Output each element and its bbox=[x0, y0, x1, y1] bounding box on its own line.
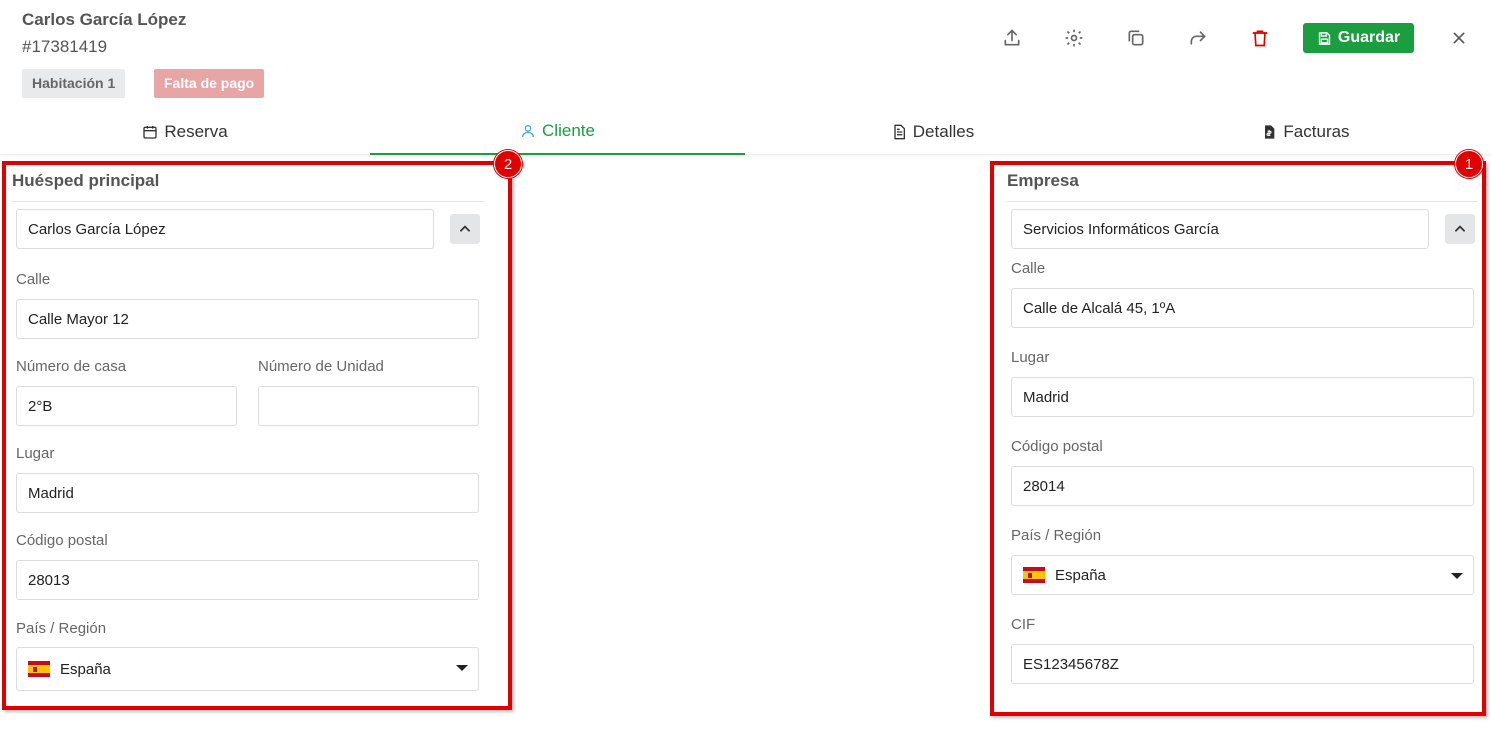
guest-section-title: Huésped principal bbox=[12, 171, 160, 190]
company-city-field[interactable]: Madrid bbox=[1011, 377, 1474, 417]
postal-label: Código postal bbox=[16, 532, 108, 549]
country-label: País / Región bbox=[16, 620, 107, 637]
divider bbox=[12, 201, 484, 202]
divider bbox=[1007, 201, 1478, 202]
save-button[interactable]: Guardar bbox=[1303, 23, 1414, 53]
room-badge: Habitación 1 bbox=[22, 69, 126, 98]
caret-down-icon bbox=[1451, 573, 1463, 579]
marker-2: 2 bbox=[494, 150, 522, 178]
share-icon[interactable] bbox=[1186, 26, 1210, 50]
guest-city-field[interactable]: Madrid bbox=[16, 473, 479, 513]
postal-label: Código postal bbox=[1011, 438, 1103, 455]
tab-label: Facturas bbox=[1283, 121, 1350, 141]
street-label: Calle bbox=[16, 271, 51, 288]
company-section-title: Empresa bbox=[1007, 171, 1079, 190]
tab-label: Detalles bbox=[912, 121, 975, 141]
guest-postal-field[interactable]: 28013 bbox=[16, 560, 479, 600]
country-value: España bbox=[1055, 566, 1106, 584]
company-name-field[interactable]: Servicios Informáticos García bbox=[1011, 209, 1429, 249]
company-cif-field[interactable]: ES12345678Z bbox=[1011, 644, 1474, 684]
tab-bar: Reserva Cliente Detalles Facturas bbox=[0, 108, 1491, 155]
cif-label: CIF bbox=[1011, 616, 1036, 633]
unit-number-field[interactable] bbox=[258, 386, 479, 426]
spain-flag-icon bbox=[1023, 567, 1045, 583]
tab-detalles[interactable]: Detalles bbox=[745, 108, 1120, 155]
gear-icon[interactable] bbox=[1062, 26, 1086, 50]
unit-number-label: Número de Unidad bbox=[258, 358, 384, 375]
user-icon bbox=[522, 124, 535, 137]
close-icon[interactable] bbox=[1448, 27, 1470, 49]
trash-icon[interactable] bbox=[1248, 26, 1272, 50]
chevron-up-icon[interactable] bbox=[450, 214, 480, 244]
guest-street-field[interactable]: Calle Mayor 12 bbox=[16, 299, 479, 339]
upload-icon[interactable] bbox=[1000, 26, 1024, 50]
tab-facturas[interactable]: Facturas bbox=[1120, 108, 1491, 155]
chevron-up-icon[interactable] bbox=[1445, 214, 1475, 244]
city-label: Lugar bbox=[1011, 349, 1050, 366]
spain-flag-icon bbox=[28, 661, 50, 677]
save-icon bbox=[1318, 31, 1331, 45]
tab-reserva[interactable]: Reserva bbox=[0, 108, 370, 155]
country-value: España bbox=[60, 660, 111, 678]
marker-1: 1 bbox=[1455, 150, 1483, 178]
tab-label: Cliente bbox=[542, 120, 595, 140]
guest-name-field[interactable]: Carlos García López bbox=[16, 209, 434, 249]
caret-down-icon bbox=[456, 665, 468, 671]
guest-country-select[interactable]: España bbox=[16, 647, 479, 691]
tab-label: Reserva bbox=[164, 121, 228, 141]
guest-name-heading: Carlos García López bbox=[22, 10, 187, 29]
status-badge: Falta de pago bbox=[154, 69, 265, 98]
company-street-field[interactable]: Calle de Alcalá 45, 1ºA bbox=[1011, 288, 1474, 328]
copy-icon[interactable] bbox=[1124, 26, 1148, 50]
invoice-icon bbox=[1265, 124, 1275, 139]
house-number-field[interactable]: 2°B bbox=[16, 386, 237, 426]
tab-cliente[interactable]: Cliente bbox=[370, 108, 745, 155]
document-icon bbox=[894, 124, 905, 139]
save-button-label: Guardar bbox=[1337, 29, 1401, 46]
company-postal-field[interactable]: 28014 bbox=[1011, 466, 1474, 506]
city-label: Lugar bbox=[16, 445, 55, 462]
calendar-icon bbox=[143, 125, 158, 139]
house-number-label: Número de casa bbox=[16, 358, 127, 375]
country-label: País / Región bbox=[1011, 527, 1102, 544]
booking-id: #17381419 bbox=[22, 37, 108, 56]
street-label: Calle bbox=[1011, 260, 1046, 277]
company-country-select[interactable]: España bbox=[1011, 555, 1474, 595]
